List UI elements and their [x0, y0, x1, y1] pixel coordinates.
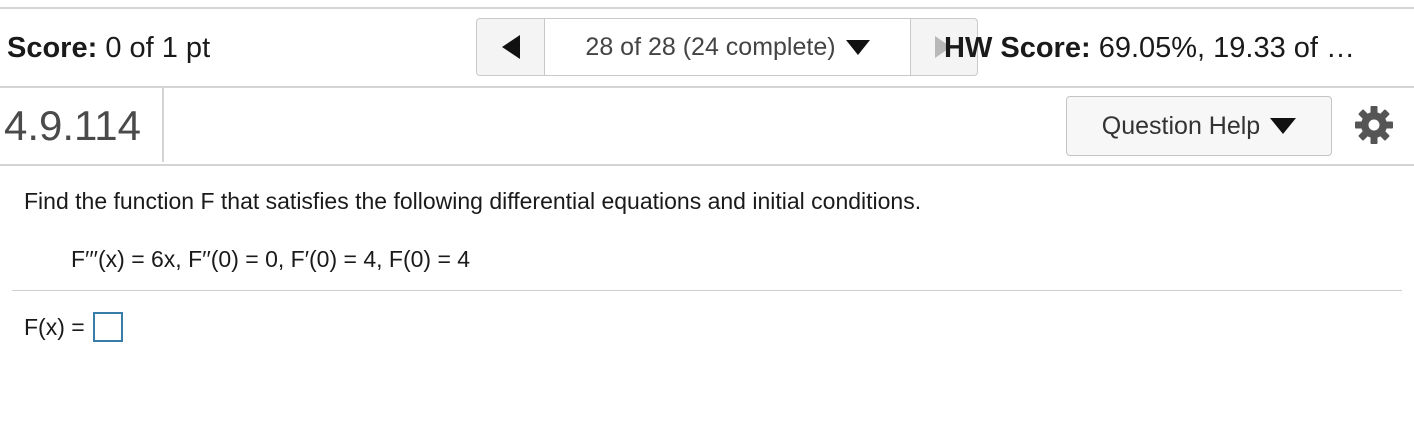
question-navigator: 28 of 28 (24 complete) — [476, 18, 978, 76]
hw-score-value: 69.05%, 19.33 of … — [1090, 32, 1356, 64]
score-label: Score: — [7, 32, 98, 64]
question-position-dropdown[interactable]: 28 of 28 (24 complete) — [545, 19, 911, 75]
score: Score: 0 of 1 pt — [7, 30, 210, 66]
answer-divider — [12, 290, 1402, 291]
answer-input[interactable] — [92, 312, 123, 342]
top-divider — [0, 7, 1414, 9]
question-prompt: Find the function F that satisfies the f… — [24, 188, 922, 214]
question-page: Score: 0 of 1 pt 28 of 28 (24 complete) … — [0, 0, 1414, 442]
question-id: 4.9.114 — [4, 102, 142, 149]
chevron-down-icon — [1270, 118, 1297, 134]
gear-icon[interactable] — [1354, 105, 1394, 145]
question-id-divider — [162, 88, 164, 162]
answer-row: F(x) = — [24, 310, 123, 344]
question-header-divider — [0, 164, 1414, 166]
previous-question-button[interactable] — [477, 19, 545, 75]
question-help-button[interactable]: Question Help — [1066, 96, 1332, 156]
question-help-label: Question Help — [1101, 111, 1261, 140]
triangle-down-icon — [845, 39, 870, 55]
header-divider — [0, 86, 1414, 88]
answer-label: F(x) = — [24, 314, 85, 340]
question-equation: F′′′(x) = 6x, F′′(0) = 0, F′(0) = 4, F(0… — [71, 246, 471, 272]
hw-score: HW Score: 69.05%, 19.33 of … — [944, 30, 1410, 66]
hw-score-label: HW Score: — [944, 32, 1091, 64]
question-position-label: 28 of 28 (24 complete) — [585, 32, 836, 61]
triangle-left-icon — [501, 35, 520, 59]
score-value: 0 of 1 pt — [97, 32, 211, 64]
